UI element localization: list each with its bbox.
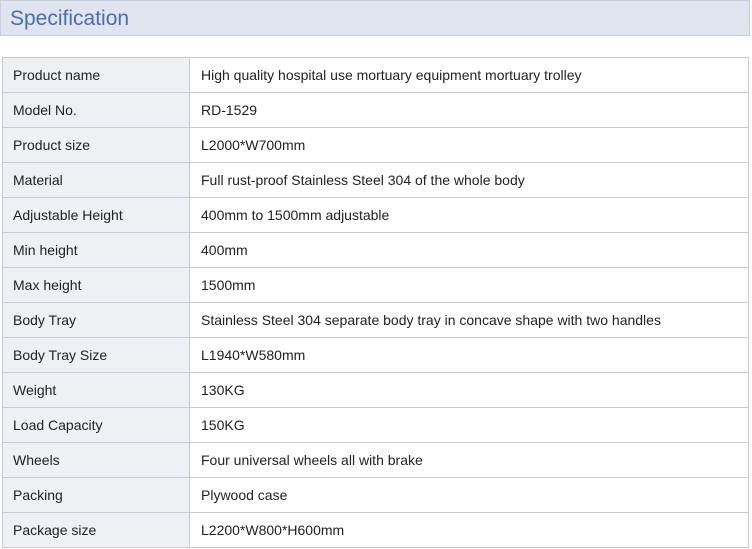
row-label: Weight	[2, 372, 190, 408]
row-label: Max height	[2, 267, 190, 303]
row-value: Full rust-proof Stainless Steel 304 of t…	[189, 162, 749, 198]
row-value: Stainless Steel 304 separate body tray i…	[189, 302, 749, 338]
table-row: Weight 130KG	[2, 372, 749, 408]
row-value: RD-1529	[189, 92, 749, 128]
table-row: Wheels Four universal wheels all with br…	[2, 442, 749, 478]
section-header: Specification	[0, 0, 750, 36]
row-value: 400mm to 1500mm adjustable	[189, 197, 749, 233]
row-value: Plywood case	[189, 477, 749, 513]
row-label: Wheels	[2, 442, 190, 478]
row-label: Product name	[2, 57, 190, 93]
table-row: Min height 400mm	[2, 232, 749, 268]
row-value: Four universal wheels all with brake	[189, 442, 749, 478]
row-value: 130KG	[189, 372, 749, 408]
row-label: Adjustable Height	[2, 197, 190, 233]
row-label: Body Tray Size	[2, 337, 190, 373]
table-row: Packing Plywood case	[2, 477, 749, 513]
row-label: Load Capacity	[2, 407, 190, 443]
row-value: L2200*W800*H600mm	[189, 512, 749, 548]
row-value: 400mm	[189, 232, 749, 268]
table-row: Load Capacity 150KG	[2, 407, 749, 443]
row-value: L1940*W580mm	[189, 337, 749, 373]
table-row: Body Tray Stainless Steel 304 separate b…	[2, 302, 749, 338]
row-label: Min height	[2, 232, 190, 268]
row-value: 150KG	[189, 407, 749, 443]
table-row: Product name High quality hospital use m…	[2, 57, 749, 93]
table-row: Adjustable Height 400mm to 1500mm adjust…	[2, 197, 749, 233]
specification-table: Product name High quality hospital use m…	[2, 57, 749, 548]
table-row: Model No. RD-1529	[2, 92, 749, 128]
row-label: Material	[2, 162, 190, 198]
row-label: Product size	[2, 127, 190, 163]
table-row: Max height 1500mm	[2, 267, 749, 303]
row-label: Model No.	[2, 92, 190, 128]
table-row: Body Tray Size L1940*W580mm	[2, 337, 749, 373]
table-row: Package size L2200*W800*H600mm	[2, 512, 749, 548]
table-row: Material Full rust-proof Stainless Steel…	[2, 162, 749, 198]
row-label: Packing	[2, 477, 190, 513]
row-value: High quality hospital use mortuary equip…	[189, 57, 749, 93]
row-label: Package size	[2, 512, 190, 548]
section-title: Specification	[10, 7, 130, 30]
row-value: L2000*W700mm	[189, 127, 749, 163]
row-label: Body Tray	[2, 302, 190, 338]
row-value: 1500mm	[189, 267, 749, 303]
table-row: Product size L2000*W700mm	[2, 127, 749, 163]
